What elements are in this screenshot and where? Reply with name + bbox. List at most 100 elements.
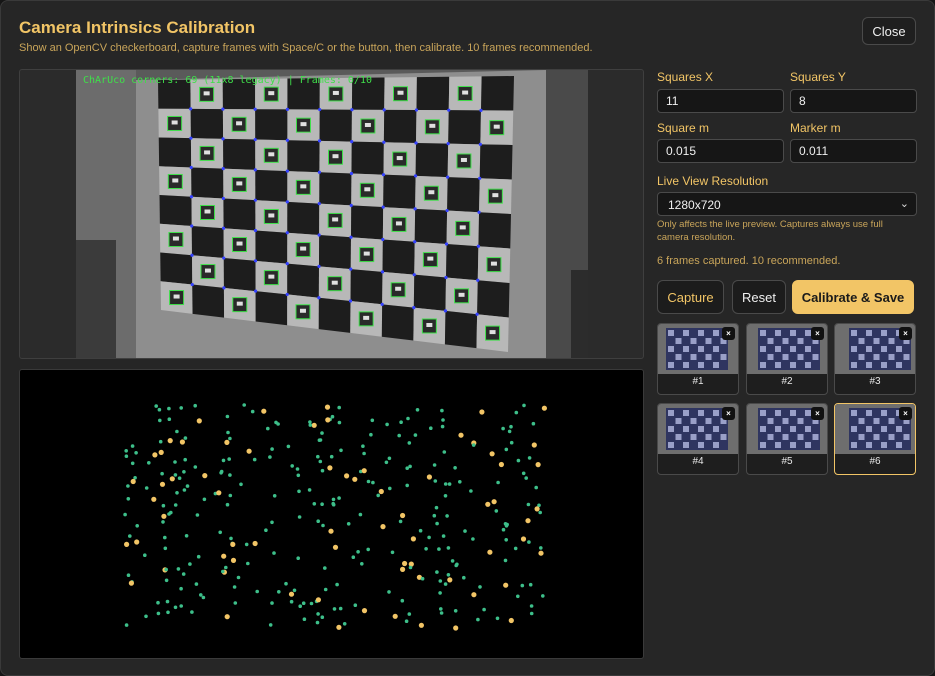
frame-thumbnail[interactable]: #2 × (746, 323, 828, 395)
corner-point-captured (173, 460, 177, 464)
capture-button[interactable]: Capture (657, 280, 724, 314)
frame-thumbnail[interactable]: #4 × (657, 403, 739, 475)
board-square-dark (190, 108, 224, 139)
reset-button[interactable]: Reset (732, 280, 786, 314)
aruco-marker-bits (268, 213, 275, 218)
detected-corner-dot (382, 108, 386, 112)
corner-point-current (327, 465, 333, 471)
corner-point-captured (286, 444, 291, 449)
corner-point-captured (335, 582, 339, 587)
detected-corner-dot (253, 259, 258, 263)
aruco-marker-bits (236, 121, 243, 126)
corner-point-captured (440, 408, 444, 413)
board-square-dark (350, 269, 383, 305)
board-square-dark (447, 177, 480, 213)
aruco-marker-bits (172, 178, 179, 183)
frame-thumbnail[interactable]: #3 × (834, 323, 916, 395)
corner-point-captured (143, 553, 147, 557)
corner-point-captured (190, 610, 194, 614)
remove-frame-icon[interactable]: × (811, 407, 824, 420)
frame-thumbnail[interactable]: #1 × (657, 323, 739, 395)
corner-point-current (352, 476, 358, 482)
corner-point-captured (295, 467, 300, 471)
corner-point-current (534, 506, 540, 512)
detected-corner-dot (317, 170, 322, 174)
detected-corner-dot (189, 195, 194, 199)
marker-m-label: Marker m (790, 121, 841, 135)
squares-y-input[interactable] (790, 89, 917, 113)
calibrate-save-button[interactable]: Calibrate & Save (792, 280, 914, 314)
corner-point-current (167, 438, 173, 444)
resolution-select[interactable]: 1280x720 ⌄ (657, 192, 917, 216)
corner-point-current (179, 439, 185, 445)
corner-point-captured (516, 594, 520, 599)
board-square-dark (414, 208, 448, 244)
marker-m-input[interactable] (790, 139, 917, 163)
corner-point-captured (443, 482, 448, 486)
frame-thumbnail-label: #1 (692, 376, 704, 387)
corner-point-captured (385, 422, 389, 427)
remove-frame-icon[interactable]: × (899, 327, 912, 340)
corner-point-captured (442, 450, 447, 454)
detected-corner-dot (447, 108, 451, 112)
squares-x-input[interactable] (657, 89, 784, 113)
aruco-marker-bits (396, 156, 403, 161)
corner-point-current (471, 592, 477, 598)
corner-point-captured (124, 623, 129, 627)
corner-point-current (447, 577, 453, 583)
detected-corner-dot (253, 198, 257, 202)
corner-point-captured (388, 486, 392, 491)
corner-point-captured (337, 405, 342, 410)
detected-corner-dot (285, 169, 289, 173)
aruco-marker-bits (363, 251, 370, 256)
detected-corner-dot (414, 108, 419, 112)
corner-point-captured (163, 535, 167, 540)
detected-corner-dot (380, 302, 384, 306)
aruco-marker-bits (236, 181, 243, 186)
detected-corner-dot (221, 196, 226, 201)
detected-corner-dot (413, 207, 417, 211)
corner-point-captured (450, 559, 455, 563)
detected-corner-dot (189, 107, 193, 111)
detected-corner-dot (222, 286, 226, 290)
aruco-marker-bits (490, 261, 497, 266)
remove-frame-icon[interactable]: × (811, 327, 824, 340)
corner-point-captured (534, 485, 538, 490)
corner-point-captured (438, 591, 442, 595)
detected-corner-dot (412, 273, 416, 277)
corner-point-captured (160, 471, 164, 476)
aruco-marker-bits (426, 322, 433, 327)
remove-frame-icon[interactable]: × (899, 407, 912, 420)
corner-point-current (503, 582, 509, 588)
corner-point-captured (290, 464, 295, 468)
corner-point-current (535, 462, 541, 468)
corner-point-captured (184, 534, 189, 538)
aruco-marker-bits (268, 91, 275, 96)
corner-point-current (224, 614, 230, 620)
remove-frame-icon[interactable]: × (722, 407, 735, 420)
corner-point-captured (312, 502, 317, 506)
corner-coverage-plot (19, 369, 644, 659)
corner-point-captured (156, 600, 160, 605)
corner-point-current (221, 553, 227, 559)
corner-point-current (130, 478, 136, 485)
corner-point-captured (496, 480, 500, 485)
corner-point-current (134, 539, 140, 545)
corner-point-current (161, 513, 167, 519)
close-button[interactable]: Close (862, 17, 916, 45)
corner-point-captured (315, 620, 320, 625)
corner-point-current (336, 624, 342, 630)
detected-corner-dot (476, 244, 480, 248)
remove-frame-icon[interactable]: × (722, 327, 735, 340)
corner-point-captured (221, 569, 225, 574)
frame-thumbnail[interactable]: #5 × (746, 403, 828, 475)
frame-thumbnail-label: #5 (781, 456, 793, 467)
frame-thumbnail[interactable]: #6 × (834, 403, 916, 475)
corner-point-captured (296, 473, 301, 478)
aruco-marker-bits (458, 292, 465, 297)
square-m-input[interactable] (657, 139, 784, 163)
resolution-label: Live View Resolution (657, 174, 769, 188)
corner-point-captured (346, 522, 351, 526)
corner-point-captured (147, 461, 151, 465)
corner-point-captured (126, 484, 130, 488)
